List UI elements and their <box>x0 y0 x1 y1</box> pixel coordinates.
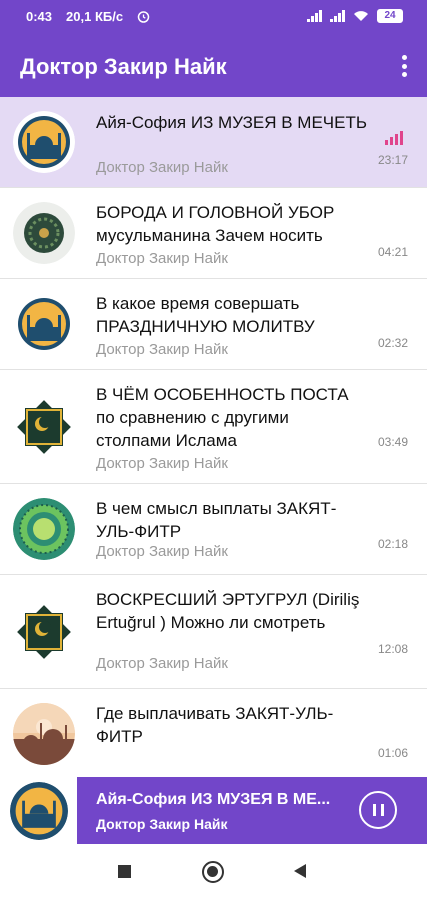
track-title: В какое время совершать ПРАЗДНИЧНУЮ МОЛИ… <box>96 294 315 336</box>
player-title: Айя-София ИЗ МУЗЕЯ В МЕ... <box>96 791 331 808</box>
track-title: Айя-София ИЗ МУЗЕЯ В МЕЧЕТЬ <box>96 113 368 132</box>
track-title: БОРОДА И ГОЛОВНОЙ УБОР мусульманина Заче… <box>96 203 335 245</box>
player-author: Доктор Закир Найк <box>96 816 228 832</box>
home-button[interactable] <box>202 861 224 883</box>
track-row[interactable]: Где выплачивать ЗАКЯТ-УЛЬ-ФИТР 01:06 <box>0 689 427 777</box>
track-author: Доктор Закир Найк <box>96 655 228 672</box>
status-time: 0:43 <box>26 9 53 24</box>
app-bar: Доктор Закир Найк <box>0 35 427 97</box>
track-duration: 12:08 <box>377 642 408 656</box>
track-author: Доктор Закир Найк <box>96 543 228 560</box>
track-row[interactable]: ВОСКРЕСШИЙ ЭРТУГРУЛ (Diriliş Ertuğrul ) … <box>0 575 427 689</box>
track-author: Доктор Закир Найк <box>96 455 228 472</box>
track-duration: 04:21 <box>377 245 408 259</box>
equalizer-icon <box>385 131 403 145</box>
mandala-icon <box>13 498 75 560</box>
wifi-icon <box>354 11 368 21</box>
track-row[interactable]: В чем смысл выплаты ЗАКЯТ-УЛЬ-ФИТР Докто… <box>0 484 427 575</box>
track-row[interactable]: БОРОДА И ГОЛОВНОЙ УБОР мусульманина Заче… <box>0 188 427 279</box>
star-crescent-icon <box>13 601 75 663</box>
track-author: Доктор Закир Найк <box>96 341 228 358</box>
pause-button[interactable] <box>359 791 397 829</box>
track-duration: 01:06 <box>377 746 408 760</box>
track-row[interactable]: В какое время совершать ПРАЗДНИЧНУЮ МОЛИ… <box>0 279 427 370</box>
track-author: Доктор Закир Найк <box>96 250 228 267</box>
track-duration: 02:32 <box>377 336 408 350</box>
track-author: Доктор Закир Найк <box>96 159 228 176</box>
track-duration: 02:18 <box>377 537 408 551</box>
track-list[interactable]: Айя-София ИЗ МУЗЕЯ В МЕЧЕТЬ Доктор Закир… <box>0 97 427 777</box>
signal-icon-2 <box>330 10 345 22</box>
status-speed: 20,1 КБ/с <box>66 9 124 24</box>
back-button[interactable] <box>294 864 306 878</box>
mosque-icon <box>13 111 75 173</box>
app-root: 0:43 20,1 КБ/с 24 Доктор Закир Найк Айя-… <box>0 0 427 900</box>
track-row[interactable]: В ЧЁМ ОСОБЕННОСТЬ ПОСТА по сравнению с д… <box>0 370 427 484</box>
track-title: ВОСКРЕСШИЙ ЭРТУГРУЛ (Diriliş Ertuğrul ) … <box>96 590 360 632</box>
ornament-icon <box>13 202 75 264</box>
player-artwork <box>0 777 77 844</box>
track-duration: 23:17 <box>377 153 408 167</box>
star-crescent-icon <box>13 396 75 458</box>
track-title: В ЧЁМ ОСОБЕННОСТЬ ПОСТА по сравнению с д… <box>96 385 349 450</box>
status-bar: 0:43 20,1 КБ/с 24 <box>0 0 427 35</box>
mosque-icon <box>13 293 75 355</box>
battery-icon: 24 <box>377 9 403 23</box>
signal-icon <box>307 10 322 22</box>
recents-button[interactable] <box>118 865 131 878</box>
navigation-bar <box>0 844 427 900</box>
track-title: Где выплачивать ЗАКЯТ-УЛЬ-ФИТР <box>96 704 334 746</box>
mosque-icon <box>10 782 68 840</box>
mini-player[interactable]: Айя-София ИЗ МУЗЕЯ В МЕ... Доктор Закир … <box>0 777 427 844</box>
sunset-mosque-icon <box>13 703 75 765</box>
more-options-icon[interactable] <box>401 55 407 77</box>
track-row[interactable]: Айя-София ИЗ МУЗЕЯ В МЕЧЕТЬ Доктор Закир… <box>0 97 427 188</box>
track-title: В чем смысл выплаты ЗАКЯТ-УЛЬ-ФИТР <box>96 499 337 541</box>
track-duration: 03:49 <box>377 435 408 449</box>
app-title: Доктор Закир Найк <box>20 54 227 79</box>
alarm-icon <box>137 11 150 23</box>
